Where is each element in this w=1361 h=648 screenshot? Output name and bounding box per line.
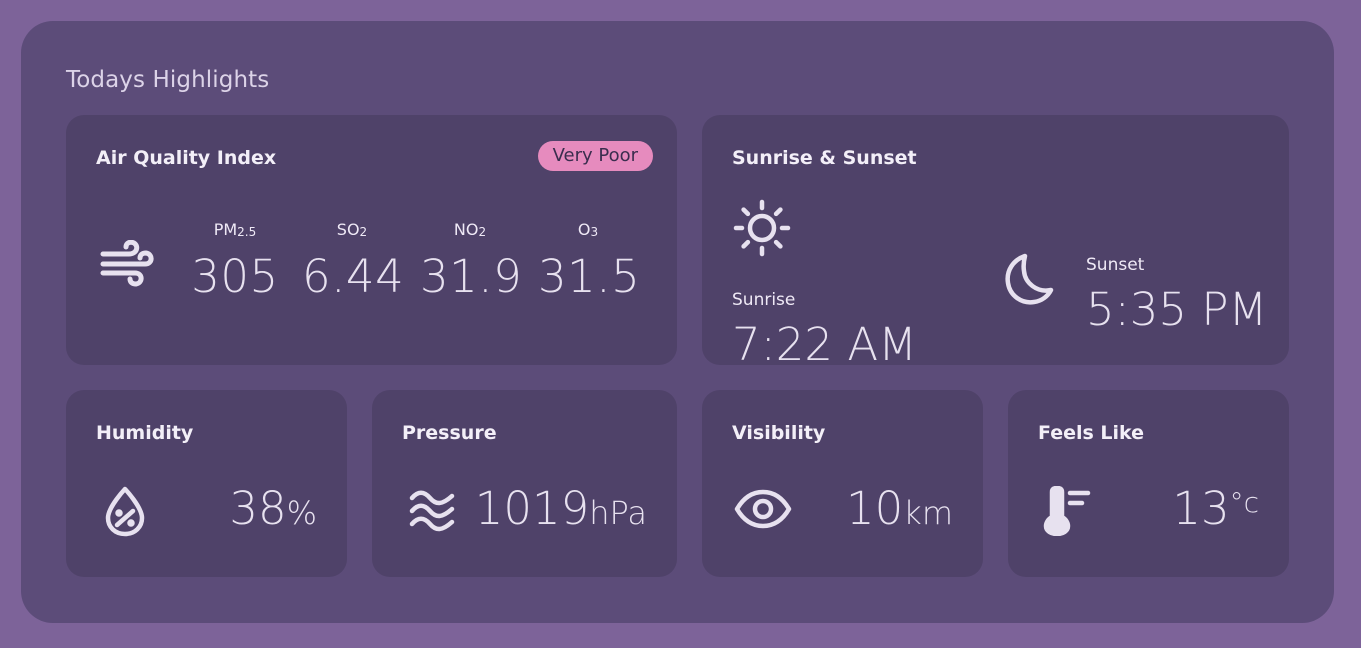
wind-icon [99,240,155,288]
visibility-title: Visibility [732,422,826,444]
feels-like-value: 13°c [1172,482,1259,535]
panel-title: Todays Highlights [66,67,270,93]
air-quality-card: Air Quality Index Very Poor PM2.5 305 SO… [66,115,677,365]
waves-icon [408,488,456,534]
pressure-card: Pressure 1019hPa [372,390,677,577]
sunrise-sunset-card: Sunrise & Sunset Sunrise 7:22 AM Sunset … [702,115,1289,371]
aqi-so2: SO2 6.44 [302,220,405,303]
eye-icon [734,489,792,529]
aqi-o3-label: O3 [577,220,599,239]
visibility-card: Visibility 10km [702,390,983,577]
aqi-pm25-value: 305 [191,250,279,303]
sunset-time: 5:35 PM [1086,283,1268,336]
sunset-label: Sunset [1086,255,1145,275]
aqi-pm25: PM2.5 305 [185,220,285,303]
humidity-drop-icon [102,485,148,537]
aqi-no2-label: NO2 [453,220,487,239]
sunrise-time: 7:22 AM [732,318,917,371]
aqi-pm25-label: PM2.5 [213,220,257,239]
pressure-title: Pressure [402,422,497,444]
highlights-panel: Todays Highlights Air Quality Index Very… [21,21,1334,623]
aqi-no2-value: 31.9 [420,250,523,303]
aqi-title: Air Quality Index [96,147,277,169]
sun-title: Sunrise & Sunset [732,147,917,169]
sun-icon [732,198,792,258]
pressure-value: 1019hPa [474,482,647,535]
sunrise-label: Sunrise [732,290,796,310]
aqi-o3: O3 31.5 [538,220,641,303]
aqi-status-badge: Very Poor [537,141,653,171]
aqi-so2-label: SO2 [336,220,368,239]
moon-icon [1001,251,1055,307]
thermometer-icon [1042,486,1094,536]
aqi-so2-value: 6.44 [302,250,405,303]
humidity-card: Humidity 38% [66,390,347,577]
visibility-value: 10km [846,482,953,535]
humidity-title: Humidity [96,422,194,444]
feels-like-card: Feels Like 13°c [1008,390,1289,577]
aqi-o3-value: 31.5 [538,250,641,303]
aqi-no2: NO2 31.9 [420,220,523,303]
humidity-value: 38% [229,482,317,535]
feels-like-title: Feels Like [1038,422,1145,444]
